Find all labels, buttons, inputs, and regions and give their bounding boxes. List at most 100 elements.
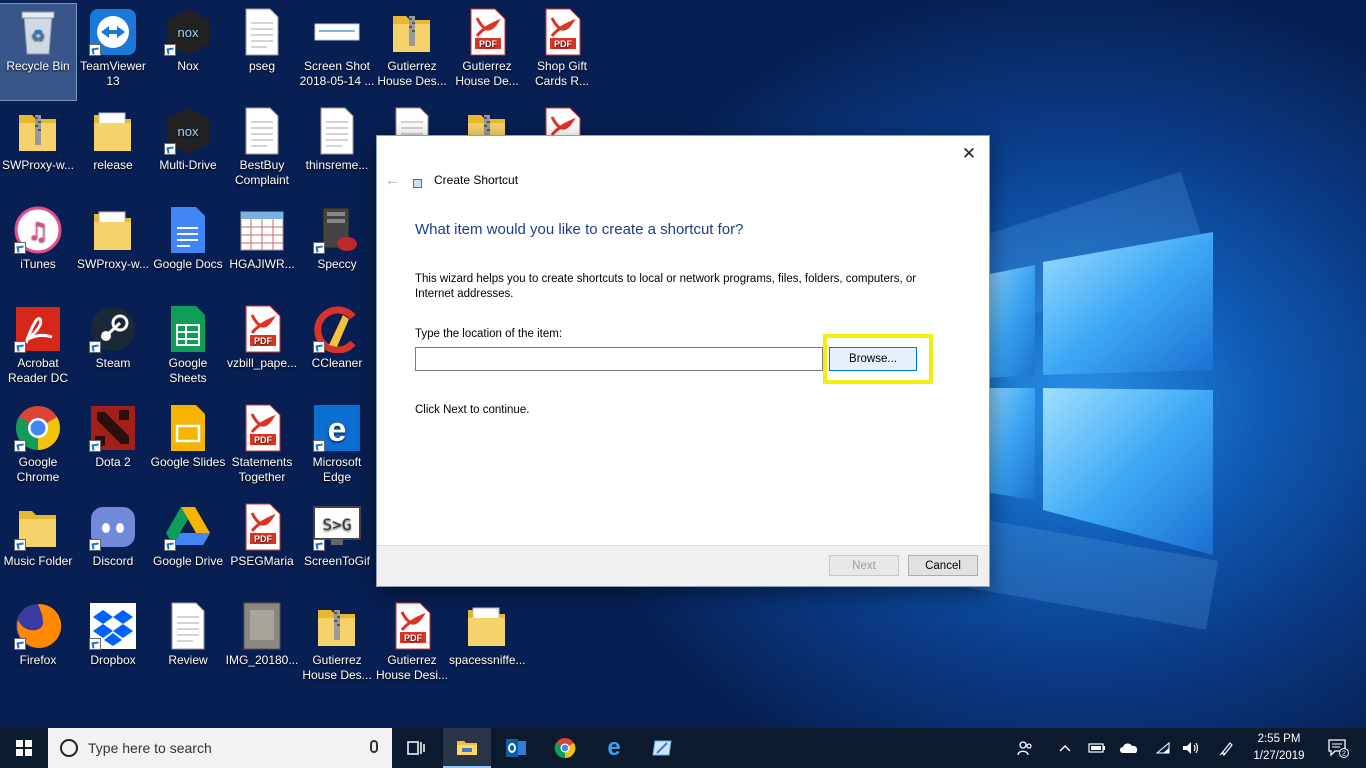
shortcut-arrow-icon — [89, 44, 101, 56]
desktop-icon[interactable]: Google Slides — [150, 400, 226, 496]
desktop-icon[interactable]: S>G ScreenToGif — [299, 499, 375, 595]
tray-battery[interactable] — [1084, 728, 1110, 768]
desktop-icon[interactable]: Discord — [75, 499, 151, 595]
shortcut-arrow-icon — [89, 440, 101, 452]
dota-icon — [89, 404, 137, 452]
desktop-icon[interactable]: Gutierrez House Des... — [374, 4, 450, 100]
desktop-icon[interactable]: IMG_20180... — [224, 598, 300, 694]
desktop-icon[interactable]: PDF Statements Together — [224, 400, 300, 496]
desktop-icon[interactable]: HGAJIWR... — [224, 202, 300, 298]
steam-icon — [89, 305, 137, 353]
desktop-icon[interactable]: Google Docs — [150, 202, 226, 298]
desktop-icon[interactable]: Speccy — [299, 202, 375, 298]
desktop-icon[interactable]: PDF Shop Gift Cards R... — [524, 4, 600, 100]
zipfolder-icon — [14, 107, 62, 155]
dialog-footer: Next Cancel — [377, 545, 989, 586]
pdf-icon: PDF — [238, 404, 286, 452]
desktop-icon[interactable]: ♻ Recycle Bin — [0, 3, 77, 101]
taskbar-file-explorer[interactable] — [443, 728, 491, 768]
chrome-icon — [554, 738, 576, 759]
file-explorer-icon — [457, 741, 477, 755]
desktop-icon[interactable]: PDF Gutierrez House De... — [449, 4, 525, 100]
cloud-icon — [1120, 743, 1138, 753]
svg-text:S>G: S>G — [323, 515, 352, 534]
task-view-button[interactable] — [392, 728, 440, 768]
tray-onedrive[interactable] — [1116, 728, 1142, 768]
browse-button[interactable]: Browse... — [829, 347, 917, 371]
desktop-icon[interactable]: spacessniffe... — [449, 598, 525, 694]
dropbox-icon — [89, 602, 137, 650]
desktop-icon[interactable]: nox Nox — [150, 4, 226, 100]
chrome-icon — [14, 404, 62, 452]
desktop-icon[interactable]: Review — [150, 598, 226, 694]
desktop-icon[interactable]: Google Drive — [150, 499, 226, 595]
desktop-icon[interactable]: Firefox — [0, 598, 76, 694]
desktop-icon[interactable]: Dropbox — [75, 598, 151, 694]
desktop-icon-label: release — [93, 158, 133, 172]
desktop-icon[interactable]: e Microsoft Edge — [299, 400, 375, 496]
back-arrow-icon[interactable]: ← — [385, 172, 400, 189]
desktop-icon-label: Discord — [92, 554, 134, 568]
battery-icon — [1088, 743, 1105, 753]
desktop-icon[interactable]: thinsreme... — [299, 103, 375, 199]
desktop-icon[interactable]: PDF Gutierrez House Desi... — [374, 598, 450, 694]
microphone-icon[interactable] — [370, 740, 378, 753]
start-button[interactable] — [0, 728, 48, 768]
tray-pen[interactable] — [1214, 728, 1240, 768]
action-center-button[interactable]: 2 — [1318, 728, 1358, 768]
desktop-icon-label: Microsoft Edge — [312, 455, 362, 484]
taskbar-clock[interactable]: 2:55 PM 1/27/2019 — [1248, 731, 1310, 765]
desktop-icon[interactable]: Steam — [75, 301, 151, 397]
folder-icon — [89, 107, 137, 155]
desktop-icon-label: Firefox — [19, 653, 57, 667]
next-button[interactable]: Next — [829, 555, 899, 576]
desktop-icon-label: Google Chrome — [16, 455, 60, 484]
close-button[interactable]: ✕ — [957, 142, 981, 166]
taskbar-outlook[interactable] — [492, 728, 540, 768]
svg-text:PDF: PDF — [254, 435, 273, 445]
desktop-icon[interactable]: BestBuy Complaint — [224, 103, 300, 199]
cancel-button[interactable]: Cancel — [908, 555, 978, 576]
desktop-icon[interactable]: Acrobat Reader DC — [0, 301, 76, 397]
tray-volume[interactable] — [1178, 728, 1204, 768]
desktop-icon-label: Steam — [95, 356, 131, 370]
edge-icon: e — [313, 404, 361, 452]
chevron-up-icon — [1059, 745, 1071, 752]
tray-overflow[interactable] — [1052, 728, 1078, 768]
desktop-icon[interactable]: PDF PSEGMaria — [224, 499, 300, 595]
desktop-icon[interactable]: TeamViewer 13 — [75, 4, 151, 100]
desktop-icon[interactable]: release — [75, 103, 151, 199]
desktop-icon[interactable]: Dota 2 — [75, 400, 151, 496]
desktop-icon[interactable]: SWProxy-w... — [0, 103, 76, 199]
clock-date: 1/27/2019 — [1253, 750, 1305, 762]
desktop-icon-label: Screen Shot 2018-05-14 ... — [299, 59, 375, 88]
pdf-icon: PDF — [463, 8, 511, 56]
taskbar-chrome[interactable] — [541, 728, 589, 768]
tray-people[interactable] — [1012, 728, 1038, 768]
wizard-description: This wizard helps you to create shortcut… — [415, 273, 917, 300]
desktop-icon[interactable]: CCleaner — [299, 301, 375, 397]
desktop-icon[interactable]: PDF vzbill_pape... — [224, 301, 300, 397]
desktop-icon[interactable]: Music Folder — [0, 499, 76, 595]
desktop-icon-label: vzbill_pape... — [226, 356, 298, 370]
outlook-icon — [506, 739, 526, 757]
taskbar-search-box[interactable]: Type here to search — [48, 728, 392, 768]
taskbar-edge[interactable]: e — [590, 728, 638, 768]
desktop-icon[interactable]: SWProxy-w... — [75, 202, 151, 298]
desktop-icon-label: Google Sheets — [168, 356, 208, 385]
shortcut-arrow-icon — [14, 539, 26, 551]
desktop-icon[interactable]: Google Sheets — [150, 301, 226, 397]
tray-wifi[interactable] — [1150, 728, 1176, 768]
windows-logo-wallpaper — [985, 232, 1213, 555]
desktop-icon[interactable]: Screen Shot 2018-05-14 ... — [299, 4, 375, 100]
taskbar-snipping-tool[interactable] — [638, 728, 686, 768]
desktop-icon[interactable]: Google Chrome — [0, 400, 76, 496]
desktop-icon-label: CCleaner — [311, 356, 363, 370]
screentogif-icon: S>G — [313, 503, 361, 551]
desktop-icon[interactable]: Gutierrez House Des... — [299, 598, 375, 694]
desktop-icon[interactable]: nox Multi-Drive — [150, 103, 226, 199]
desktop-icon[interactable]: ♫ iTunes — [0, 202, 76, 298]
location-input[interactable] — [415, 347, 823, 371]
desktop-icon[interactable]: pseg — [224, 4, 300, 100]
shortcut-arrow-icon — [89, 539, 101, 551]
